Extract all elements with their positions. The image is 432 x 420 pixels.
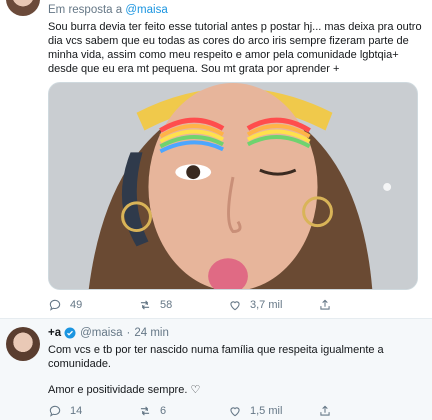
avatar[interactable] (6, 327, 40, 361)
tweet-text-line: Amor e positividade sempre. ♡ (48, 384, 201, 396)
like-count: 1,5 mil (250, 405, 283, 417)
like-action[interactable]: 1,5 mil (228, 404, 318, 418)
photo-illustration (49, 83, 417, 289)
like-icon (230, 301, 240, 311)
retweet-count: 6 (160, 405, 167, 417)
timestamp[interactable]: 24 min (134, 327, 169, 339)
like-count: 3,7 mil (250, 299, 283, 311)
reply-action[interactable]: 49 (48, 298, 138, 312)
avatar[interactable] (6, 0, 40, 16)
retweet-action[interactable]: 6 (138, 404, 228, 418)
retweet-count: 58 (160, 299, 173, 311)
retweet-icon (140, 406, 150, 416)
main-tweet[interactable]: Em resposta a @maisa Sou burra devia ter… (0, 0, 432, 318)
tweet-text: Sou burra devia ter feito esse tutorial … (48, 21, 422, 75)
share-action[interactable] (318, 298, 408, 312)
share-action[interactable] (318, 404, 408, 418)
share-icon (320, 299, 330, 310)
user-handle[interactable]: @maisa (80, 327, 122, 339)
like-icon (230, 407, 240, 417)
reply-handle-link[interactable]: @maisa (125, 4, 167, 16)
tweet-actions: 49 58 3,7 mil (48, 296, 408, 314)
display-name[interactable]: +a (48, 327, 61, 339)
reply-count: 49 (70, 299, 83, 311)
reply-prefix: Em resposta a (48, 4, 123, 16)
retweet-action[interactable]: 58 (138, 298, 228, 312)
reply-icon (49, 405, 61, 417)
separator: · (126, 327, 131, 339)
verified-icon (64, 327, 76, 339)
reply-context: Em resposta a @maisa (48, 4, 168, 16)
retweet-icon (140, 300, 150, 310)
like-action[interactable]: 3,7 mil (228, 298, 318, 312)
reply-action[interactable]: 14 (48, 404, 138, 418)
share-icon (320, 405, 330, 416)
reply-count: 14 (70, 405, 83, 417)
tweet-text: Com vcs e tb por ter nascido numa famíli… (48, 343, 424, 397)
tweet-header: +a @maisa · 24 min (48, 327, 169, 339)
reply-icon (49, 299, 61, 311)
tweet-text-line: Com vcs e tb por ter nascido numa famíli… (48, 344, 384, 370)
tweet-actions: 14 6 1,5 mil (48, 402, 408, 420)
tweet-photo[interactable] (48, 82, 418, 290)
